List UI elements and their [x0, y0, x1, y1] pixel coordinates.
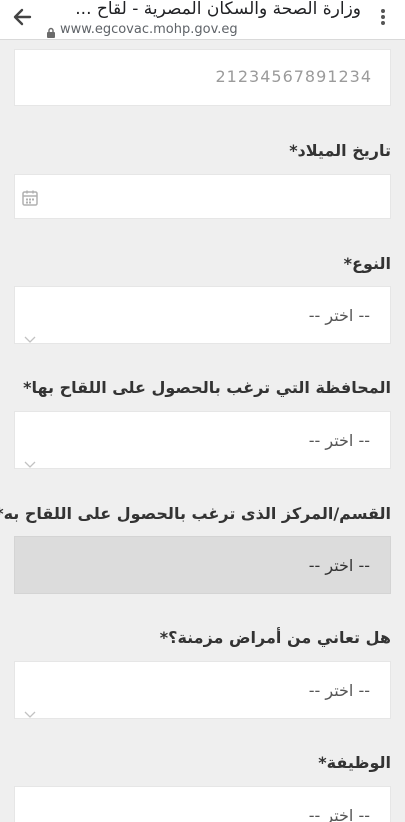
gender-selected-value: -- اختر --: [308, 306, 370, 325]
job-label: الوظيفة*: [318, 753, 391, 772]
chronic-diseases-select[interactable]: -- اختر --: [14, 661, 391, 719]
chevron-down-icon: [24, 454, 36, 468]
national-id-value: 21234567891234: [215, 67, 372, 86]
job-selected-value: -- اختر --: [308, 806, 370, 822]
url-bar[interactable]: www.egcovac.mohp.gov.eg: [46, 22, 238, 38]
lock-icon: [46, 24, 56, 38]
calendar-icon[interactable]: [22, 190, 38, 206]
more-vert-icon[interactable]: [379, 8, 387, 26]
chevron-down-icon: [24, 329, 36, 343]
birthdate-input[interactable]: [14, 174, 391, 219]
url-text: www.egcovac.mohp.gov.eg: [60, 22, 238, 37]
back-arrow-icon[interactable]: [10, 6, 34, 28]
browser-toolbar: وزارة الصحة والسكان المصرية - لقاح ... w…: [0, 0, 405, 40]
center-selected-value: -- اختر --: [308, 556, 370, 575]
registration-form: 21234567891234 تاريخ الميلاد* النوع* -- …: [0, 40, 405, 822]
center-label: القسم/المركز الذى ترغب بالحصول على اللقا…: [0, 504, 391, 523]
chronic-diseases-selected-value: -- اختر --: [308, 681, 370, 700]
governorate-select[interactable]: -- اختر --: [14, 411, 391, 469]
chevron-down-icon: [24, 704, 36, 718]
page-title: وزارة الصحة والسكان المصرية - لقاح ...: [75, 0, 361, 19]
governorate-selected-value: -- اختر --: [308, 431, 370, 450]
birthdate-label: تاريخ الميلاد*: [289, 141, 391, 160]
gender-select[interactable]: -- اختر --: [14, 286, 391, 344]
job-select[interactable]: -- اختر --: [14, 786, 391, 822]
national-id-field[interactable]: 21234567891234: [14, 49, 391, 106]
chronic-diseases-label: هل تعاني من أمراض مزمنة؟*: [159, 628, 391, 647]
center-select[interactable]: -- اختر --: [14, 536, 391, 594]
gender-label: النوع*: [343, 254, 391, 273]
governorate-label: المحافظة التي ترغب بالحصول على اللقاح به…: [23, 378, 391, 397]
